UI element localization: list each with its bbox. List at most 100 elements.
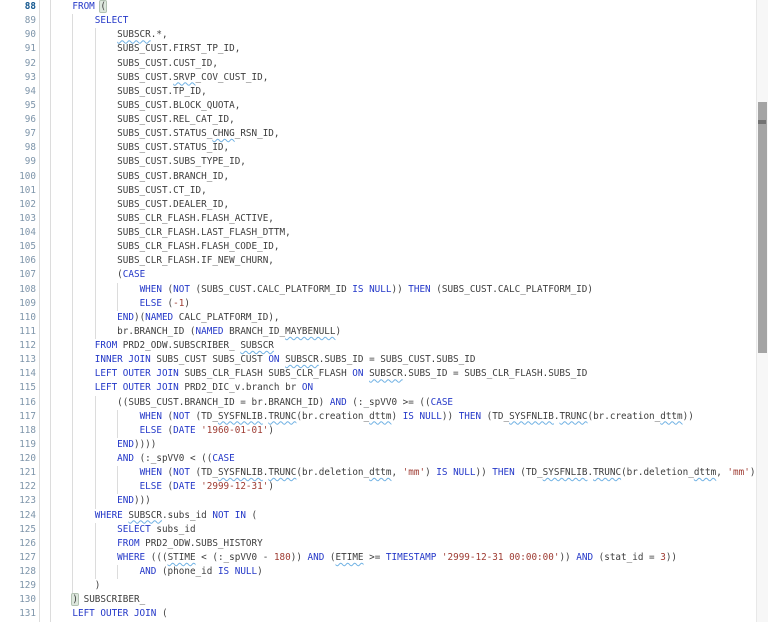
sql-text: (br.creation_: [296, 411, 369, 422]
code-area[interactable]: WHEN (NOT (TD_SYSFNLIB.TRUNC(br.creation…: [39, 410, 768, 424]
code-line[interactable]: INNER JOIN SUBS_CUST SUBS_CUST ON SUBSCR…: [50, 353, 475, 367]
sql-keyword: NAMED: [145, 312, 173, 323]
code-area[interactable]: br.BRANCH_ID (NAMED BRANCH_ID_MAYBENULL): [39, 325, 768, 339]
code-line[interactable]: SUBS_CUST.STATUS_CHNG_RSN_ID,: [50, 127, 280, 141]
code-line[interactable]: LEFT OUTER JOIN SUBS_CLR_FLASH SUBS_CLR_…: [50, 367, 587, 381]
code-area[interactable]: INNER JOIN SUBS_CUST SUBS_CUST ON SUBSCR…: [39, 353, 768, 367]
code-area[interactable]: SUBS_CUST.BLOCK_QUOTA,: [39, 99, 768, 113]
code-line[interactable]: SUBS_CUST.STATUS_ID,: [50, 141, 229, 155]
code-line[interactable]: AND (:_spVV0 < ((CASE: [50, 452, 235, 466]
code-area[interactable]: SUBS_CUST.SUBS_TYPE_ID,: [39, 155, 768, 169]
code-line[interactable]: SUBS_CUST.CT_ID,: [50, 184, 207, 198]
code-area[interactable]: ) SUBSCRIBER_: [39, 593, 768, 607]
code-line[interactable]: END)))): [50, 438, 156, 452]
code-area[interactable]: SUBS_CUST.BRANCH_ID,: [39, 170, 768, 184]
code-line[interactable]: SUBS_CLR_FLASH.FLASH_ACTIVE,: [50, 212, 274, 226]
code-area[interactable]: SUBS_CLR_FLASH.FLASH_ACTIVE,: [39, 212, 768, 226]
code-area[interactable]: ): [39, 579, 768, 593]
code-area[interactable]: AND (:_spVV0 < ((CASE: [39, 452, 768, 466]
code-line[interactable]: SUBS_CUST.BLOCK_QUOTA,: [50, 99, 240, 113]
code-line[interactable]: SUBS_CUST.REL_CAT_ID,: [50, 113, 235, 127]
line-number: 131: [0, 607, 39, 621]
code-line[interactable]: ELSE (DATE '1960-01-01'): [50, 424, 274, 438]
code-area[interactable]: SUBS_CLR_FLASH.FLASH_CODE_ID,: [39, 240, 768, 254]
vertical-scrollbar[interactable]: [756, 0, 768, 622]
code-area[interactable]: FROM (: [39, 0, 768, 14]
code-area[interactable]: SUBS_CUST.FIRST_TP_ID,: [39, 42, 768, 56]
code-area[interactable]: SUBS_CLR_FLASH.IF_NEW_CHURN,: [39, 254, 768, 268]
sql-text: _COV_CUST_ID,: [196, 72, 269, 83]
code-area[interactable]: SUBS_CUST.STATUS_ID,: [39, 141, 768, 155]
code-area[interactable]: LEFT OUTER JOIN PRD2_DIC_v.branch br ON: [39, 381, 768, 395]
code-line[interactable]: FROM PRD2_ODW.SUBSCRIBER_ SUBSCR: [50, 339, 274, 353]
code-line[interactable]: SELECT: [50, 14, 128, 28]
code-line[interactable]: SUBSCR.*,: [50, 28, 168, 42]
code-area[interactable]: WHEN (NOT (SUBS_CUST.CALC_PLATFORM_ID IS…: [39, 283, 768, 297]
code-line[interactable]: SUBS_CLR_FLASH.IF_NEW_CHURN,: [50, 254, 274, 268]
sql-literal: 180: [274, 552, 291, 563]
code-area[interactable]: ELSE (DATE '1960-01-01'): [39, 424, 768, 438]
code-area[interactable]: END)(NAMED CALC_PLATFORM_ID),: [39, 311, 768, 325]
code-area[interactable]: WHEN (NOT (TD_SYSFNLIB.TRUNC(br.deletion…: [39, 466, 768, 480]
code-line[interactable]: ((SUBS_CUST.BRANCH_ID = br.BRANCH_ID) AN…: [50, 396, 453, 410]
code-line[interactable]: SUBS_CUST.DEALER_ID,: [50, 198, 229, 212]
code-line[interactable]: SUBS_CUST.TP_ID,: [50, 85, 207, 99]
code-area[interactable]: SUBSCR.*,: [39, 28, 768, 42]
code-line[interactable]: WHEN (NOT (SUBS_CUST.CALC_PLATFORM_ID IS…: [50, 283, 593, 297]
code-area[interactable]: SELECT subs_id: [39, 523, 768, 537]
code-line[interactable]: br.BRANCH_ID (NAMED BRANCH_ID_MAYBENULL): [50, 325, 341, 339]
code-line[interactable]: SUBS_CUST.CUST_ID,: [50, 57, 218, 71]
code-area[interactable]: ELSE (DATE '2999-12-31'): [39, 480, 768, 494]
code-area[interactable]: ELSE (-1): [39, 297, 768, 311]
code-line[interactable]: FROM PRD2_ODW.SUBS_HISTORY: [50, 537, 263, 551]
code-line[interactable]: ELSE (DATE '2999-12-31'): [50, 480, 274, 494]
code-area[interactable]: WHERE (((STIME < (:_spVV0 - 180)) AND (E…: [39, 551, 768, 565]
code-area[interactable]: SUBS_CUST.REL_CAT_ID,: [39, 113, 768, 127]
code-line[interactable]: END))): [50, 494, 151, 508]
code-line[interactable]: SUBS_CLR_FLASH.LAST_FLASH_DTTM,: [50, 226, 291, 240]
code-line[interactable]: SUBS_CUST.SUBS_TYPE_ID,: [50, 155, 246, 169]
scrollbar-thumb[interactable]: [758, 102, 767, 353]
code-area[interactable]: SUBS_CUST.STATUS_CHNG_RSN_ID,: [39, 127, 768, 141]
sql-editor[interactable]: 88 FROM (89 SELECT90 SUBSCR.*,91 SUBS_CU…: [0, 0, 768, 622]
code-line[interactable]: ) SUBSCRIBER_: [50, 593, 145, 607]
code-area[interactable]: SELECT: [39, 14, 768, 28]
code-line[interactable]: ): [50, 579, 100, 593]
code-area[interactable]: SUBS_CUST.TP_ID,: [39, 85, 768, 99]
code-area[interactable]: AND (phone_id IS NULL): [39, 565, 768, 579]
code-line[interactable]: WHEN (NOT (TD_SYSFNLIB.TRUNC(br.creation…: [50, 410, 694, 424]
code-line[interactable]: LEFT OUTER JOIN (: [50, 607, 168, 621]
code-line[interactable]: WHEN (NOT (TD_SYSFNLIB.TRUNC(br.deletion…: [50, 466, 761, 480]
code-area[interactable]: SUBS_CUST.CT_ID,: [39, 184, 768, 198]
code-line[interactable]: WHERE SUBSCR.subs_id NOT IN (: [50, 509, 257, 523]
code-area[interactable]: END))): [39, 494, 768, 508]
code-area[interactable]: SUBS_CLR_FLASH.LAST_FLASH_DTTM,: [39, 226, 768, 240]
editor-row: 117 WHEN (NOT (TD_SYSFNLIB.TRUNC(br.crea…: [0, 410, 768, 424]
code-area[interactable]: LEFT OUTER JOIN SUBS_CLR_FLASH SUBS_CLR_…: [39, 367, 768, 381]
code-line[interactable]: SUBS_CUST.BRANCH_ID,: [50, 170, 229, 184]
code-line[interactable]: SUBS_CUST.SRVP_COV_CUST_ID,: [50, 71, 268, 85]
code-line[interactable]: FROM (: [50, 0, 106, 14]
code-line[interactable]: SUBS_CUST.FIRST_TP_ID,: [50, 42, 240, 56]
code-area[interactable]: WHERE SUBSCR.subs_id NOT IN (: [39, 509, 768, 523]
code-area[interactable]: FROM PRD2_ODW.SUBS_HISTORY: [39, 537, 768, 551]
code-area[interactable]: SUBS_CUST.DEALER_ID,: [39, 198, 768, 212]
code-line[interactable]: (CASE: [50, 268, 145, 282]
code-area[interactable]: SUBS_CUST.CUST_ID,: [39, 57, 768, 71]
code-area[interactable]: (CASE: [39, 268, 768, 282]
code-line[interactable]: END)(NAMED CALC_PLATFORM_ID),: [50, 311, 280, 325]
code-line[interactable]: AND (phone_id IS NULL): [50, 565, 263, 579]
code-area[interactable]: END)))): [39, 438, 768, 452]
code-line[interactable]: SELECT subs_id: [50, 523, 196, 537]
code-area[interactable]: LEFT OUTER JOIN (: [39, 607, 768, 621]
code-line[interactable]: SUBS_CLR_FLASH.FLASH_CODE_ID,: [50, 240, 280, 254]
sql-keyword: ON: [302, 382, 313, 393]
code-area[interactable]: ((SUBS_CUST.BRANCH_ID = br.BRANCH_ID) AN…: [39, 396, 768, 410]
code-area[interactable]: SUBS_CUST.SRVP_COV_CUST_ID,: [39, 71, 768, 85]
editor-row: 124 WHERE SUBSCR.subs_id NOT IN (: [0, 509, 768, 523]
code-line[interactable]: LEFT OUTER JOIN PRD2_DIC_v.branch br ON: [50, 381, 313, 395]
code-area[interactable]: FROM PRD2_ODW.SUBSCRIBER_ SUBSCR: [39, 339, 768, 353]
spellcheck-flagged-token: SYSFNLIB: [543, 467, 588, 478]
code-line[interactable]: ELSE (-1): [50, 297, 190, 311]
code-line[interactable]: WHERE (((STIME < (:_spVV0 - 180)) AND (E…: [50, 551, 677, 565]
